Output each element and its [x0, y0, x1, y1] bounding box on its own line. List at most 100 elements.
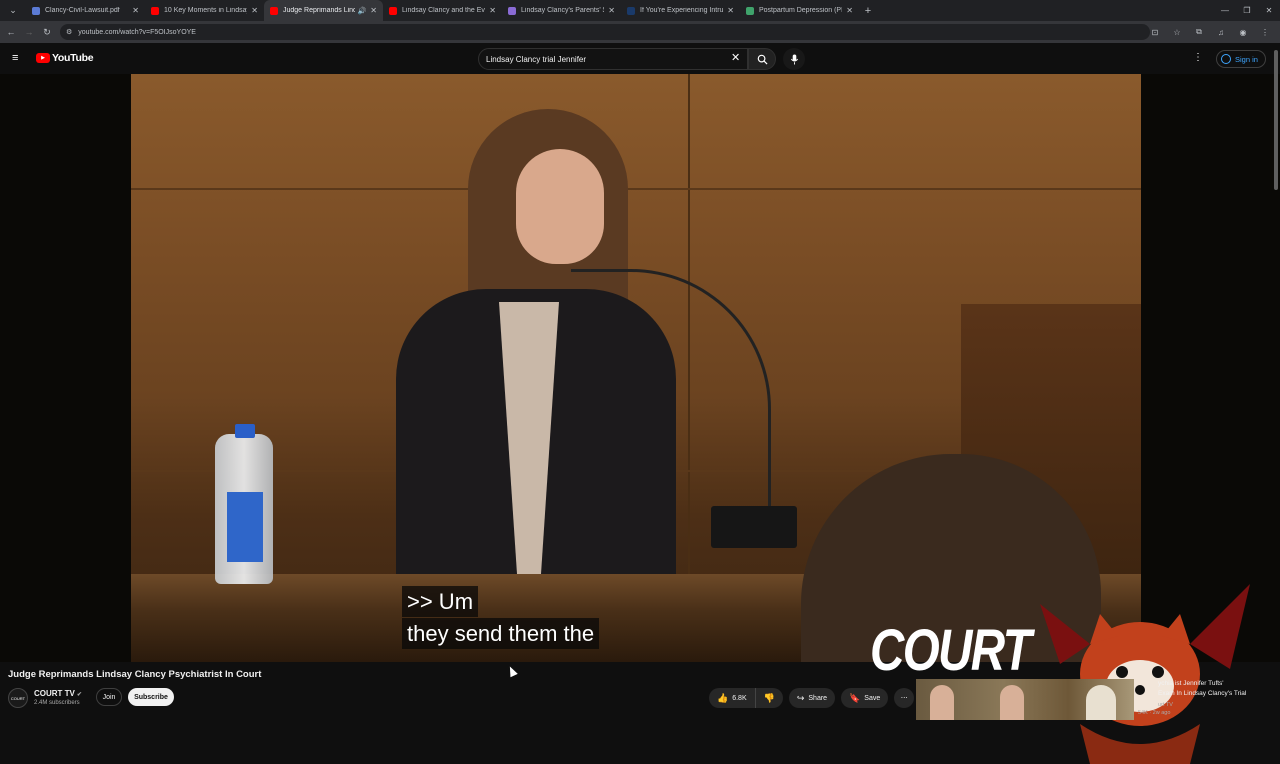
thumbs-up-icon: 👍 [717, 692, 729, 703]
profile-icon[interactable]: ◉ [1232, 28, 1254, 37]
page-scrollbar[interactable] [1274, 50, 1278, 190]
video-player[interactable]: >> Um they send them the COURT [0, 74, 1280, 764]
related-video-thumbnail[interactable] [916, 679, 1134, 720]
search-input[interactable] [486, 54, 726, 64]
media-controls-icon[interactable]: ♫ [1210, 28, 1232, 37]
tab-close-icon[interactable]: ✕ [608, 6, 615, 15]
tab-close-icon[interactable]: ✕ [727, 6, 734, 15]
tab-title: 10 Key Moments in Lindsay Cla [164, 7, 247, 14]
thumbnail-figure [1000, 685, 1024, 720]
related-video-meta: urt TV 54K · 2w ago [1138, 701, 1173, 717]
subscriber-count: 2.4M subscribers [34, 700, 80, 706]
share-icon: ↪ [796, 692, 805, 703]
clear-search-icon[interactable]: ✕ [731, 51, 740, 65]
youtube-play-icon: ▶ [36, 53, 50, 63]
forward-icon[interactable]: → [20, 27, 38, 37]
voice-search-button[interactable] [783, 48, 805, 70]
tab-strip: ⌄ Clancy-Civil-Lawsuit.pdf ✕ 10 Key Moment… [0, 0, 1280, 21]
address-bar-row: ← → ↻ ⚙ youtube.com/watch?v=F5OIJsoYOYE … [0, 21, 1280, 43]
wall-panel-seam [131, 188, 1141, 190]
tab-favicon-icon [627, 6, 635, 15]
tab-favicon-icon [270, 6, 278, 15]
verified-icon: ✔ [76, 692, 82, 698]
subscribe-button[interactable]: Subscribe [128, 688, 174, 706]
window-controls: — ❐ ✕ [1214, 0, 1280, 21]
browser-tab[interactable]: Clancy-Civil-Lawsuit.pdf ✕ [26, 0, 145, 21]
url-text: youtube.com/watch?v=F5OIJsoYOYE [78, 28, 196, 36]
join-button[interactable]: Join [96, 688, 122, 706]
browser-tab[interactable]: Judge Reprimands Lindsay🔊✕ [264, 0, 383, 21]
user-icon [1221, 54, 1231, 64]
channel-avatar[interactable]: COURT [8, 688, 28, 708]
related-video-title[interactable]: ychia ist Jennifer Tufts' Exam In Lindsa… [1158, 679, 1276, 699]
browser-tab[interactable]: Lindsay Clancy and the Evidence ✕ [383, 0, 502, 21]
thumbnail-figure [1086, 685, 1116, 720]
chrome-menu-icon[interactable]: ⋮ [1254, 28, 1276, 37]
back-icon[interactable]: ← [2, 27, 20, 37]
tab-close-icon[interactable]: ✕ [251, 6, 258, 15]
save-button[interactable]: 🔖 Save [841, 688, 889, 708]
more-actions-button[interactable]: ⋯ [894, 688, 915, 708]
tab-title: Lindsay Clancy and the Evidence [402, 7, 485, 14]
related-views-age: 54K · 2w ago [1138, 710, 1171, 716]
tab-title: If You're Experiencing Intrusive [640, 7, 724, 14]
youtube-masthead: ≡ ▶ YouTube ✕ ⋮ Sign in [0, 43, 1280, 74]
video-frame[interactable]: >> Um they send them the [131, 74, 1141, 662]
menu-icon[interactable]: ≡ [12, 52, 24, 64]
tab-close-icon[interactable]: ✕ [132, 6, 139, 15]
related-channel[interactable]: urt TV [1138, 701, 1173, 709]
tab-title: Clancy-Civil-Lawsuit.pdf [45, 7, 120, 14]
video-actions: 👍 6.8K 👎 ↪ Share 🔖 Save ⋯ [709, 688, 915, 708]
minimize-icon[interactable]: — [1214, 0, 1236, 21]
close-window-icon[interactable]: ✕ [1258, 0, 1280, 21]
like-button[interactable]: 👍 6.8K [709, 688, 756, 708]
settings-menu-icon[interactable]: ⋮ [1193, 52, 1203, 63]
install-app-icon[interactable]: ⊡ [1144, 28, 1166, 37]
tab-title: Judge Reprimands Lindsay [283, 7, 355, 14]
browser-tab[interactable]: Postpartum Depression (PPD) ✕ [740, 0, 859, 21]
browser-tab[interactable]: Lindsay Clancy's Parents' $1 M ✕ [502, 0, 621, 21]
like-count: 6.8K [732, 694, 747, 702]
new-tab-button[interactable]: + [859, 5, 877, 17]
site-info-icon[interactable]: ⚙ [66, 28, 72, 36]
tab-close-icon[interactable]: ✕ [370, 6, 377, 15]
channel-name[interactable]: COURT TV ✔ [34, 689, 82, 698]
mouse-cursor-icon [506, 664, 518, 678]
channel-name-text[interactable]: COURT TV [34, 689, 75, 698]
microphone-icon [790, 54, 798, 64]
search-icon [757, 54, 768, 65]
browser-tab[interactable]: 10 Key Moments in Lindsay Cla ✕ [145, 0, 264, 21]
search-button[interactable] [748, 48, 776, 70]
more-icon: ⋯ [900, 695, 908, 702]
tab-audio-icon[interactable]: 🔊 [358, 7, 367, 15]
tabs-container: Clancy-Civil-Lawsuit.pdf ✕ 10 Key Moments … [26, 0, 859, 21]
witness-face [516, 149, 604, 264]
share-button[interactable]: ↪ Share [788, 688, 836, 708]
share-label: Share [808, 694, 828, 702]
search-box[interactable] [478, 48, 748, 70]
bookmark-star-icon[interactable]: ☆ [1166, 28, 1188, 37]
save-label: Save [864, 694, 881, 702]
youtube-logo[interactable]: ▶ YouTube [36, 52, 94, 64]
tab-favicon-icon [746, 6, 754, 15]
dislike-button[interactable]: 👎 [756, 688, 783, 708]
tab-favicon-icon [32, 6, 40, 15]
extensions-icon[interactable]: ⧉ [1188, 27, 1210, 37]
tab-favicon-icon [151, 6, 159, 15]
like-dislike-group: 👍 6.8K 👎 [709, 688, 783, 708]
caption-line: >> Um [402, 586, 479, 617]
browser-tab[interactable]: If You're Experiencing Intrusive✕ [621, 0, 740, 21]
maximize-icon[interactable]: ❐ [1236, 0, 1258, 21]
url-bar[interactable]: ⚙ youtube.com/watch?v=F5OIJsoYOYE [60, 24, 1150, 40]
tab-close-icon[interactable]: ✕ [489, 6, 496, 15]
tab-close-icon[interactable]: ✕ [846, 6, 853, 15]
red-panda-mascot-icon [1040, 584, 1250, 764]
toolbar-right: ⊡ ☆ ⧉ ♫ ◉ ⋮ [1144, 21, 1276, 43]
court-tv-watermark: COURT [870, 618, 1032, 683]
thumbnail-figure [930, 685, 954, 720]
reload-icon[interactable]: ↻ [38, 27, 56, 38]
tab-search-icon[interactable]: ⌄ [0, 0, 26, 21]
bottle-cap [235, 424, 255, 438]
sign-in-button[interactable]: Sign in [1216, 50, 1266, 68]
thumbs-down-icon: 👎 [763, 692, 775, 703]
